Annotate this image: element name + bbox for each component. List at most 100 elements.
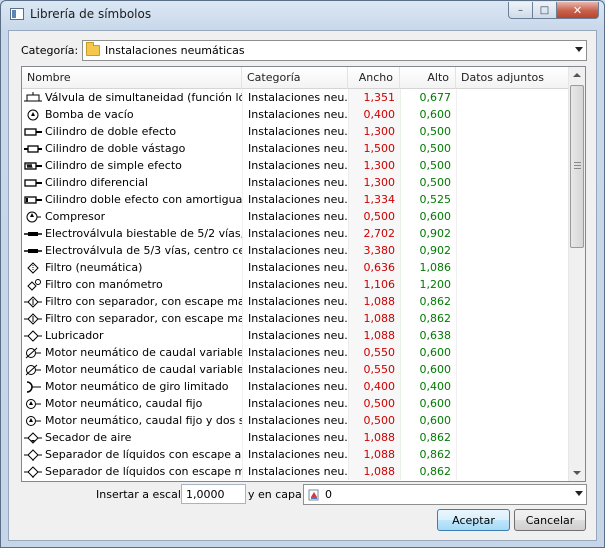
scale-input[interactable] <box>181 484 246 504</box>
table-row[interactable]: Filtro con separador, con escape manu...… <box>22 310 569 327</box>
cell-height: 0,400 <box>400 378 456 395</box>
cancel-button[interactable]: Cancelar <box>514 509 586 531</box>
category-selected-value: Instalaciones neumáticas <box>105 44 245 57</box>
cell-category: Instalaciones neu... <box>242 429 348 446</box>
column-header-ancho[interactable]: Ancho <box>348 67 400 89</box>
dropdown-arrow-icon[interactable] <box>575 491 583 496</box>
table-row[interactable]: Motor neumático de caudal variable y ...… <box>22 361 569 378</box>
cell-height: 0,500 <box>400 157 456 174</box>
filter-separator-icon <box>24 295 42 308</box>
cell-category: Instalaciones neu... <box>242 174 348 191</box>
layer-selected-value: 0 <box>325 488 332 501</box>
cell-name: Válvula de simultaneidad (función lógi..… <box>22 89 242 106</box>
cell-name: Motor neumático, caudal fijo y dos sent.… <box>22 412 242 429</box>
table-row[interactable]: Cilindro de simple efecto Instalaciones n… <box>22 157 569 174</box>
column-header-nombre[interactable]: Nombre <box>22 67 242 89</box>
cell-category: Instalaciones neu... <box>242 463 348 480</box>
cell-name: Motor neumático, caudal fijo <box>22 395 242 412</box>
cell-attachments <box>456 395 569 412</box>
cell-category: Instalaciones neu... <box>242 327 348 344</box>
dialog-window: Librería de símbolos – □ ✕ Categoría: In… <box>0 0 605 548</box>
cell-name: Filtro con separador, con escape manu... <box>22 310 242 327</box>
layer-icon <box>308 489 319 500</box>
motor-fixed-icon <box>26 398 41 409</box>
table-row[interactable]: Motor neumático, caudal fijo Instalacione… <box>22 395 569 412</box>
cell-attachments <box>456 140 569 157</box>
dropdown-arrow-icon[interactable] <box>575 47 583 52</box>
table-row[interactable]: Cilindro de doble efecto Instalaciones ne… <box>22 123 569 140</box>
filter-gauge-icon <box>27 278 41 291</box>
title-bar[interactable]: Librería de símbolos – □ ✕ <box>1 1 604 29</box>
cell-attachments <box>456 344 569 361</box>
cell-width: 0,500 <box>348 208 400 225</box>
cell-name: Separador de líquidos con escape aut... <box>22 446 242 463</box>
cell-attachments <box>456 208 569 225</box>
grip-icon <box>574 162 581 169</box>
table-row[interactable]: Compresor Instalaciones neu... 0,500 0,600 <box>22 208 569 225</box>
layer-dropdown[interactable]: 0 <box>303 484 587 505</box>
vertical-scrollbar[interactable] <box>568 67 585 481</box>
cylinder-icon <box>24 178 42 187</box>
scrollbar-thumb[interactable] <box>570 85 584 248</box>
symbol-name: Compresor <box>45 210 106 223</box>
scroll-down-arrow-icon[interactable] <box>569 464 585 481</box>
cell-category: Instalaciones neu... <box>242 446 348 463</box>
table-row[interactable]: Motor neumático de giro limitado Instalac… <box>22 378 569 395</box>
liquid-separator-icon <box>24 465 42 478</box>
symbol-list[interactable]: Nombre Categoría Ancho Alto Datos adjunt… <box>21 66 586 482</box>
air-dryer-icon <box>24 431 42 444</box>
cell-name: Motor neumático de caudal variable y ... <box>22 361 242 378</box>
cell-attachments <box>456 429 569 446</box>
cell-height: 0,600 <box>400 344 456 361</box>
accept-button[interactable]: Aceptar <box>437 509 510 531</box>
table-row[interactable]: Cilindro de doble vástago Instalaciones n… <box>22 140 569 157</box>
cell-name: Bomba de vacío <box>22 106 242 123</box>
cell-attachments <box>456 157 569 174</box>
cell-category: Instalaciones neu... <box>242 191 348 208</box>
cell-width: 0,400 <box>348 106 400 123</box>
cell-category: Instalaciones neu... <box>242 242 348 259</box>
cell-category: Instalaciones neu... <box>242 361 348 378</box>
table-row[interactable]: Cilindro doble efecto con amortiguaciónI… <box>22 191 569 208</box>
layer-label: y en capa: <box>248 488 306 501</box>
cylinder-spring-icon <box>24 161 42 170</box>
cell-category: Instalaciones neu... <box>242 157 348 174</box>
cell-name: Filtro (neumática) <box>22 259 242 276</box>
table-row[interactable]: Filtro (neumática) Instalaciones neu... 0,… <box>22 259 569 276</box>
maximize-button[interactable]: □ <box>532 2 557 19</box>
cell-name: Separador de líquidos con escape ma... <box>22 463 242 480</box>
table-row[interactable]: Separador de líquidos con escape aut... I… <box>22 446 569 463</box>
category-dropdown[interactable]: Instalaciones neumáticas <box>82 40 587 61</box>
column-header-alto[interactable]: Alto <box>400 67 456 89</box>
cell-category: Instalaciones neu... <box>242 310 348 327</box>
table-row[interactable]: Motor neumático, caudal fijo y dos sent.… <box>22 412 569 429</box>
table-row[interactable]: Cilindro diferencial Instalaciones neu...… <box>22 174 569 191</box>
table-row[interactable]: Separador de líquidos con escape ma... In… <box>22 463 569 480</box>
table-row[interactable]: Electroválvula biestable de 5/2 vías, a.… <box>22 225 569 242</box>
cell-width: 1,300 <box>348 174 400 191</box>
table-row[interactable]: Válvula de simultaneidad (función lógi..… <box>22 89 569 106</box>
table-row[interactable]: Bomba de vacío Instalaciones neu... 0,400 0… <box>22 106 569 123</box>
symbol-name: Motor neumático de giro limitado <box>45 380 229 393</box>
cell-category: Instalaciones neu... <box>242 106 348 123</box>
cell-name: Motor neumático de caudal variable <box>22 344 242 361</box>
cell-category: Instalaciones neu... <box>242 378 348 395</box>
table-row[interactable]: Electroválvula de 5/3 vías, centro cerr.… <box>22 242 569 259</box>
table-row[interactable]: Motor neumático de caudal variable Instal… <box>22 344 569 361</box>
scroll-up-arrow-icon[interactable] <box>569 67 585 84</box>
column-header-datos-adjuntos[interactable]: Datos adjuntos <box>456 67 569 89</box>
table-row[interactable]: Secador de aire Instalaciones neu... 1,088… <box>22 429 569 446</box>
app-window-icon <box>10 8 24 20</box>
cell-attachments <box>456 123 569 140</box>
cell-attachments <box>456 310 569 327</box>
minimize-button[interactable]: – <box>508 2 533 19</box>
compressor-icon <box>26 211 41 222</box>
table-row[interactable]: Lubricador Instalaciones neu... 1,088 0,638 <box>22 327 569 344</box>
close-button[interactable]: ✕ <box>556 2 599 19</box>
column-header-categoria[interactable]: Categoría <box>242 67 348 89</box>
cell-height: 0,862 <box>400 310 456 327</box>
table-row[interactable]: Filtro con manómetro Instalaciones neu...… <box>22 276 569 293</box>
cell-width: 1,300 <box>348 157 400 174</box>
list-rows: Válvula de simultaneidad (función lógi..… <box>22 89 569 480</box>
table-row[interactable]: Filtro con separador, con escape manualI… <box>22 293 569 310</box>
